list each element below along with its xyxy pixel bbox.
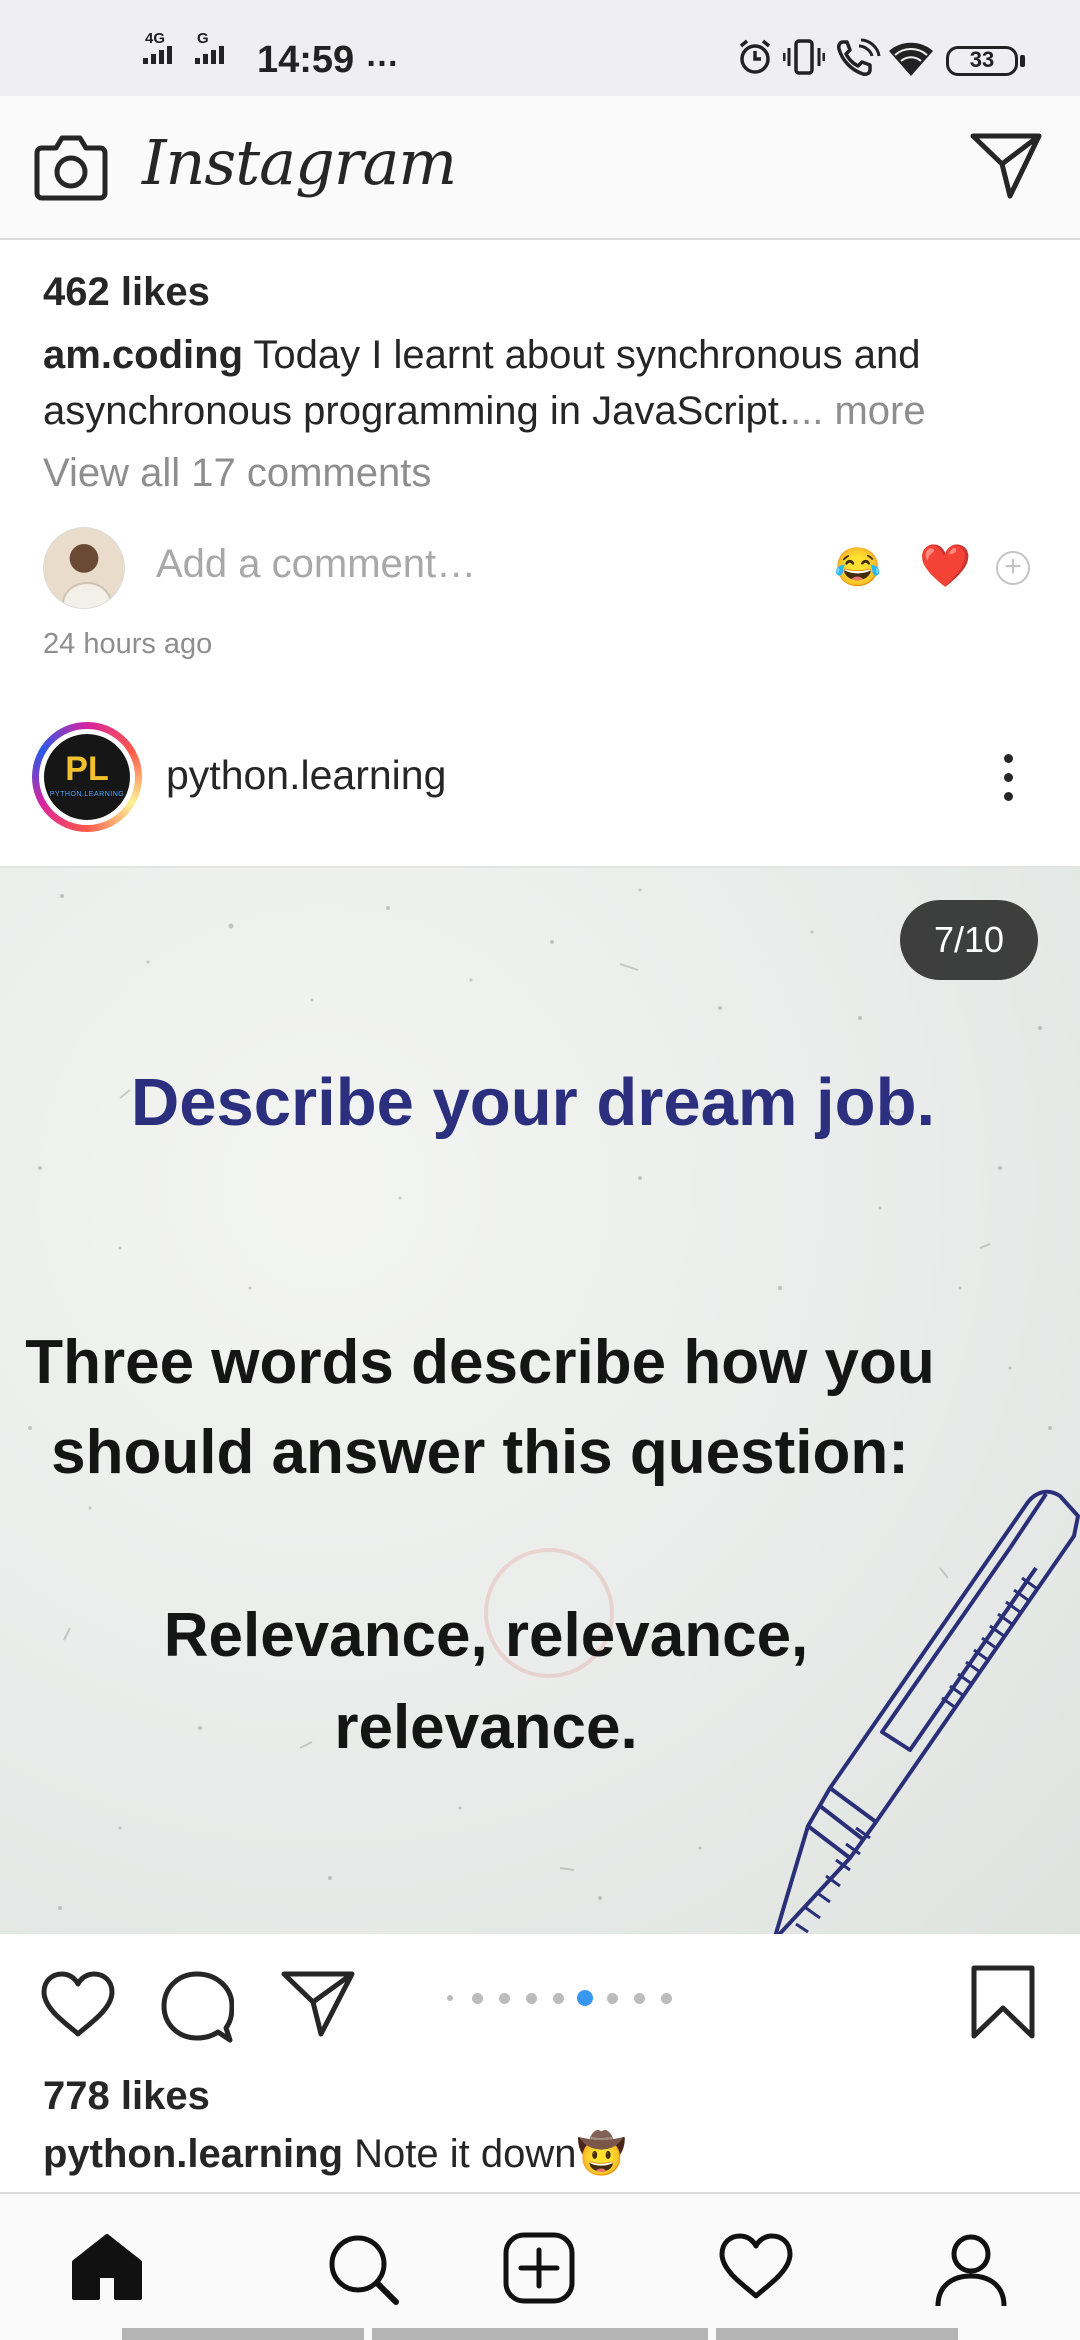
image-body-line-1: Three words describe how you — [25, 1328, 935, 1397]
battery-cap — [1020, 55, 1025, 67]
home-icon[interactable] — [70, 2232, 144, 2302]
network-type-2: G — [197, 30, 209, 47]
carousel-dot — [606, 1992, 618, 2004]
post-avatar-subtext: PYTHON.LEARNING — [49, 791, 125, 798]
carousel-dot — [525, 1992, 537, 2004]
share-icon[interactable] — [281, 1970, 355, 2038]
search-icon[interactable] — [326, 2232, 400, 2306]
profile-icon[interactable] — [934, 2232, 1008, 2308]
signal-bars-1-icon — [143, 46, 172, 64]
wifi-call-icon — [837, 38, 881, 76]
clock: 14:59 — [257, 39, 355, 81]
pen-illustration-icon — [773, 1489, 1080, 1934]
camera-icon[interactable] — [34, 132, 108, 202]
image-body-line-2: should answer this question: — [51, 1418, 909, 1487]
network-type-1: 4G — [145, 30, 166, 47]
status-bar: 4G G 14:59 … 33 — [0, 0, 1080, 96]
carousel-dot — [552, 1992, 564, 2004]
post-caption: python.learning Note it down🤠 — [43, 2126, 1043, 2182]
post-image[interactable]: 7/10 Describe your dream job. Three word… — [0, 866, 1080, 1934]
image-body: Three words describe how you should answ… — [0, 1318, 960, 1498]
previous-post-caption: am.coding Today I learnt about synchrono… — [43, 327, 1043, 439]
quick-reaction-laugh[interactable]: 😂 — [834, 546, 881, 590]
carousel-dot-active — [577, 1990, 593, 2006]
gesture-bar-left — [122, 2328, 364, 2340]
instagram-logo: Instagram — [142, 126, 457, 199]
like-heart-icon[interactable] — [40, 1970, 116, 2040]
image-title: Describe your dream job. — [130, 1065, 936, 1140]
gesture-bar-center — [372, 2328, 708, 2340]
wifi-icon — [889, 42, 933, 76]
more-notifications-icon: … — [365, 36, 401, 74]
carousel-dot — [633, 1992, 645, 2004]
battery-level: 33 — [969, 47, 995, 72]
direct-message-icon[interactable] — [970, 132, 1042, 200]
quick-reaction-heart[interactable]: ❤️ — [919, 543, 971, 589]
add-comment-input[interactable]: Add a comment… — [156, 542, 476, 587]
caption-more-link[interactable]: ... more — [790, 389, 926, 433]
vibrate-icon — [783, 39, 825, 75]
carousel-dot — [471, 1992, 483, 2004]
app-header: Instagram — [0, 96, 1080, 240]
previous-post-likes[interactable]: 462 likes — [43, 270, 210, 315]
post-options-icon[interactable] — [1000, 752, 1016, 804]
more-reactions-icon[interactable]: + — [996, 551, 1030, 585]
carousel-dot — [660, 1992, 672, 2004]
save-bookmark-icon[interactable] — [970, 1964, 1036, 2040]
post-avatar-monogram: PL — [65, 750, 109, 788]
caption-username[interactable]: am.coding — [43, 333, 243, 377]
activity-icon[interactable] — [718, 2232, 794, 2302]
carousel-counter: 7/10 — [900, 900, 1038, 980]
my-avatar — [43, 527, 125, 609]
signal-bars-2-icon — [195, 46, 224, 64]
post-username[interactable]: python.learning — [166, 752, 446, 799]
post-caption-username[interactable]: python.learning — [43, 2132, 343, 2176]
carousel-dot — [447, 1995, 453, 2001]
previous-post-timestamp: 24 hours ago — [43, 628, 213, 660]
view-all-comments-link[interactable]: View all 17 comments — [43, 451, 431, 496]
post-caption-text: Note it down🤠 — [343, 2132, 627, 2176]
post-avatar: PL PYTHON.LEARNING — [39, 729, 135, 825]
new-post-icon[interactable] — [503, 2232, 575, 2304]
carousel-dot — [498, 1992, 510, 2004]
gesture-bar-right — [716, 2328, 958, 2340]
post-avatar-image: PL PYTHON.LEARNING — [44, 734, 130, 820]
bottom-navigation — [0, 2192, 1080, 2340]
post-avatar-story-ring[interactable]: PL PYTHON.LEARNING — [32, 722, 142, 832]
post-likes[interactable]: 778 likes — [43, 2074, 210, 2119]
comment-icon[interactable] — [160, 1970, 234, 2044]
alarm-icon — [739, 39, 771, 74]
battery-icon: 33 — [946, 46, 1018, 76]
